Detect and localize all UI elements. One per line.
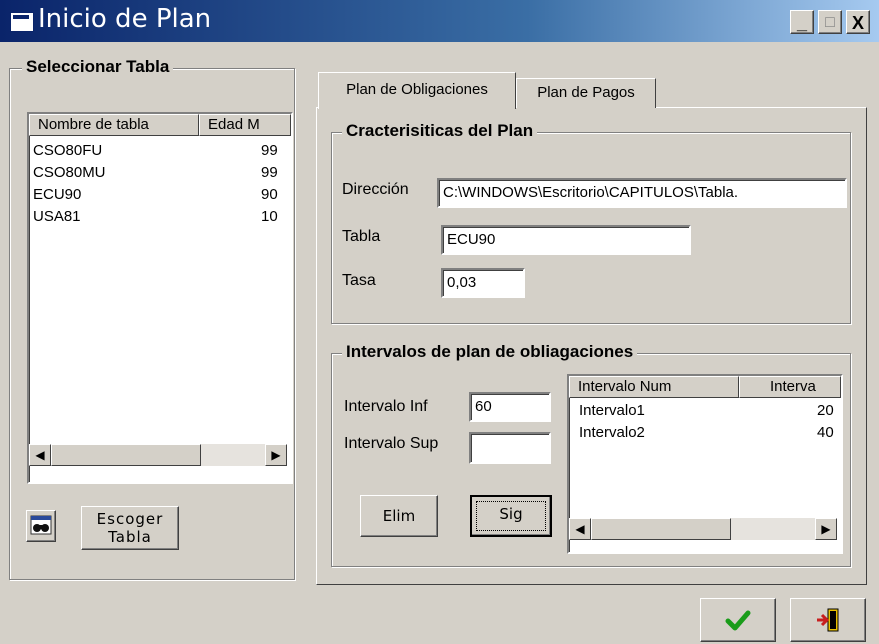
title-bar: Inicio de Plan _ □ X bbox=[0, 0, 879, 42]
elim-button[interactable]: Elim bbox=[360, 495, 438, 537]
tasa-label: Tasa bbox=[342, 272, 376, 289]
choose-table-label-2: Tabla bbox=[108, 528, 152, 546]
choose-table-button[interactable]: Escoger Tabla bbox=[81, 506, 179, 550]
intervalo-inf-field[interactable]: 60 bbox=[469, 392, 551, 422]
scroll-left-icon[interactable]: ◀ bbox=[569, 518, 591, 540]
scroll-left-icon[interactable]: ◀ bbox=[29, 444, 51, 466]
scroll-thumb[interactable] bbox=[51, 444, 201, 466]
intervals-list[interactable]: Intervalo Num Interva Intervalo1 20 Inte… bbox=[567, 374, 843, 554]
find-table-button[interactable] bbox=[26, 510, 56, 542]
list-item[interactable]: Intervalo2 bbox=[579, 424, 645, 441]
tab-plan-pagos[interactable]: Plan de Pagos bbox=[516, 78, 656, 108]
list-item-value: 99 bbox=[261, 164, 278, 181]
characteristics-title: Cracterisiticas del Plan bbox=[342, 121, 538, 141]
list-item[interactable]: CSO80MU bbox=[33, 164, 106, 181]
direccion-label: Dirección bbox=[342, 181, 409, 198]
tabla-field[interactable]: ECU90 bbox=[441, 225, 691, 255]
column-header-intervalo-num[interactable]: Intervalo Num bbox=[569, 376, 739, 398]
list-item[interactable]: USA81 bbox=[33, 208, 81, 225]
intervals-title: Intervalos de plan de obliagaciones bbox=[342, 342, 638, 362]
list-item-value: 10 bbox=[261, 208, 278, 225]
direccion-field[interactable]: C:\WINDOWS\Escritorio\CAPITULOS\Tabla. bbox=[437, 178, 847, 208]
app-icon bbox=[10, 12, 34, 32]
tabla-label: Tabla bbox=[342, 228, 381, 245]
select-table-title: Seleccionar Tabla bbox=[22, 57, 174, 77]
tab-plan-obligaciones[interactable]: Plan de Obligaciones bbox=[318, 72, 516, 109]
list-item[interactable]: CSO80FU bbox=[33, 142, 102, 159]
window-title: Inicio de Plan bbox=[38, 4, 212, 34]
list-item-value: 99 bbox=[261, 142, 278, 159]
column-header-nombre[interactable]: Nombre de tabla bbox=[29, 114, 199, 136]
choose-table-label-1: Escoger bbox=[96, 510, 164, 528]
table-list[interactable]: Nombre de tabla Edad M CSO80FU 99 CSO80M… bbox=[27, 112, 293, 484]
column-header-intervalo[interactable]: Interva bbox=[739, 376, 841, 398]
exit-button[interactable] bbox=[790, 598, 866, 642]
list-item-value: 90 bbox=[261, 186, 278, 203]
column-header-edad[interactable]: Edad M bbox=[199, 114, 291, 136]
scroll-thumb[interactable] bbox=[591, 518, 731, 540]
horizontal-scrollbar[interactable]: ◀ ▶ bbox=[29, 444, 287, 466]
list-item-value: 20 bbox=[817, 402, 834, 419]
intervalo-sup-label: Intervalo Sup bbox=[344, 435, 439, 452]
intervals-horizontal-scrollbar[interactable]: ◀ ▶ bbox=[569, 518, 837, 540]
ok-button[interactable] bbox=[700, 598, 776, 642]
close-button[interactable]: X bbox=[846, 10, 870, 34]
checkmark-icon bbox=[725, 610, 751, 631]
scroll-right-icon[interactable]: ▶ bbox=[265, 444, 287, 466]
scroll-right-icon[interactable]: ▶ bbox=[815, 518, 837, 540]
maximize-button[interactable]: □ bbox=[818, 10, 842, 34]
intervalo-inf-label: Intervalo Inf bbox=[344, 398, 428, 415]
tasa-field[interactable]: 0,03 bbox=[441, 268, 525, 298]
intervalo-sup-field[interactable] bbox=[469, 432, 551, 464]
list-item-value: 40 bbox=[817, 424, 834, 441]
list-item[interactable]: ECU90 bbox=[33, 186, 81, 203]
minimize-button[interactable]: _ bbox=[790, 10, 814, 34]
exit-door-icon bbox=[817, 608, 839, 632]
binoculars-icon bbox=[30, 515, 52, 535]
list-item[interactable]: Intervalo1 bbox=[579, 402, 645, 419]
sig-button[interactable]: Sig bbox=[470, 495, 552, 537]
